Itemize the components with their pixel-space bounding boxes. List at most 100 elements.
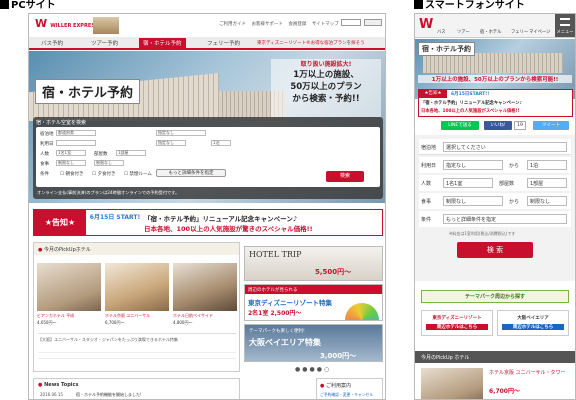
pickup-name-2[interactable]: ホテル京阪 ユニバーサル: [105, 313, 169, 319]
willer-logo[interactable]: W WILLER EXPRESS: [35, 17, 98, 30]
sp-site-screenshot: W バス ツアー 宿・ホテル フェリー マイページ メニュー 宿・ホテル予約 1…: [414, 13, 576, 400]
sp-tab-bus[interactable]: バス: [437, 29, 446, 35]
sp-people-select[interactable]: 1名1室: [443, 178, 493, 188]
pickup-title: ● 今月のPickUpホテル: [34, 243, 239, 255]
more-conditions-button[interactable]: もっと詳細条件を指定: [156, 169, 226, 177]
pickup-price-3: 4,800円〜: [173, 320, 193, 325]
sp-banner-line1: 「宿・ホテル予約」リニューアル記念キャンペーン♪: [421, 101, 523, 106]
sp-more-conditions[interactable]: もっと詳細条件を指定: [443, 214, 567, 224]
hamburger-icon: [560, 18, 570, 26]
date-label: 利用日: [40, 142, 54, 147]
pickup-desc: 【大阪】ユニバーサル・スタジオ・ジャパンをたっぷり満喫できるホテル特集: [38, 337, 178, 342]
top-links[interactable]: ご利用ガイド お客様サポート 会員登録 サイトマップ: [219, 21, 339, 27]
date-select[interactable]: 指定なし: [156, 140, 186, 146]
nav-ferry[interactable]: フェリー予約: [207, 39, 240, 47]
nav-tour[interactable]: ツアー予約: [91, 39, 118, 47]
sp-line-button[interactable]: LINEで送る: [441, 121, 479, 130]
sp-cond-label: 条件: [421, 217, 432, 223]
hoteltrip-banner[interactable]: HOTEL TRIP 5,500円〜: [244, 246, 383, 281]
sp-pickup-photo[interactable]: [421, 368, 483, 399]
sp-tab-hotel[interactable]: 宿・ホテル: [480, 29, 501, 35]
sp-hero-promo: 1万以上の施設、50万以上のプランから検索可能!!: [418, 75, 572, 83]
guide-link[interactable]: ご予約確認・変更・キャンセル: [320, 392, 373, 398]
sp-rooms-select[interactable]: 1部屋: [527, 178, 567, 188]
budget-select[interactable]: 制限なし: [94, 160, 124, 166]
sp-pref-label: 宿泊地: [421, 145, 437, 151]
sp-facebook-like-button[interactable]: いいね!: [484, 121, 512, 130]
search-panel: 宿・ホテル空室を検索 宿泊地 都道府県 指定なし 利用日 指定なし 1泊 人数 …: [33, 117, 383, 199]
news-date: 2016.06.15: [40, 392, 63, 397]
pickup-photo-1[interactable]: [37, 263, 101, 311]
pickup-photo-3[interactable]: [173, 263, 237, 311]
date-input[interactable]: [56, 140, 96, 146]
cond-checkbox-2[interactable]: ☐ 夕食付き: [92, 171, 115, 177]
sp-menu-button[interactable]: メニュー: [555, 14, 575, 37]
nights-select[interactable]: 1泊: [211, 140, 231, 146]
people-label: 人数: [40, 152, 49, 157]
news-title: ● News Topics: [38, 382, 79, 388]
sp-search-button[interactable]: 検 索: [457, 242, 533, 258]
rooms-label: 部屋数: [94, 152, 108, 157]
sp-pickup-name[interactable]: ホテル京阪 ユニバーサル・タワー: [489, 370, 569, 377]
cond-label: 条件: [40, 172, 49, 177]
sp-tab-mypage[interactable]: マイページ: [529, 29, 550, 35]
people-select[interactable]: 1名1室: [56, 150, 86, 156]
sp-osaka-link[interactable]: 大阪ベイエリア 周辺ホテルはこちら: [497, 310, 569, 336]
sp-pref-select[interactable]: 選択してください: [443, 142, 567, 152]
rooms-select[interactable]: 1部屋: [116, 150, 146, 156]
sp-like-count: 19: [514, 121, 526, 130]
sp-theme-park-button[interactable]: テーマパーク周辺から探す: [421, 290, 569, 303]
sp-tweet-button[interactable]: ツイート: [533, 121, 569, 130]
sp-pickup-price: 6,700円〜: [489, 388, 520, 395]
sp-search-form: 宿泊地 選択してください 利用日 指定なし から 1泊 人数 1名1室 部屋数 …: [415, 135, 575, 281]
nav-disney-link[interactable]: 東京ディズニーリゾート®お得な宿泊プランを探そう: [257, 40, 365, 46]
guide-title: ● ご利用案内: [320, 383, 351, 389]
osaka-banner[interactable]: テーマパークも楽しく便利! 大阪ベイエリア特集 3,000円〜: [244, 324, 383, 362]
news-text[interactable]: 宿・ホテル予約機能を開始しました!: [76, 392, 142, 398]
nav-bus[interactable]: バス予約: [41, 39, 63, 47]
sp-row-meal: 食事 制限なし から 制限なし: [419, 193, 571, 209]
sp-banner-tag: ★告知★: [419, 90, 447, 98]
pref-label: 宿泊地: [40, 132, 54, 137]
pref-select[interactable]: 都道府県: [56, 130, 96, 136]
meal-select[interactable]: 制限なし: [56, 160, 86, 166]
campaign-banner[interactable]: ★告知★ 6月15日 START! 「宿・ホテル予約」リニューアル記念キャンペー…: [33, 209, 383, 236]
sp-banner-date: 6月15日START!!: [451, 92, 490, 97]
login-button[interactable]: [364, 19, 382, 26]
sp-logo[interactable]: W: [419, 17, 433, 32]
sp-hotel-building-image: [423, 53, 563, 73]
hero-promo: 取り扱い施設拡大! 1万以上の施設、 50万以上のプラン から検索・予約!!: [271, 59, 381, 117]
area-select[interactable]: 指定なし: [156, 130, 206, 136]
sp-header: W バス ツアー 宿・ホテル フェリー マイページ メニュー: [415, 14, 575, 38]
banner-tag: ★告知★: [34, 210, 86, 235]
sp-nights-select[interactable]: 1泊: [527, 160, 567, 170]
search-button[interactable]: 検索: [326, 171, 364, 182]
hero-area: 宿・ホテル予約 取り扱い施設拡大! 1万以上の施設、 50万以上のプラン から検…: [29, 51, 385, 203]
guide-section: ● ご利用案内 ご予約確認・変更・キャンセル: [316, 378, 383, 399]
cond-checkbox-1[interactable]: ☐ 朝食付き: [60, 171, 83, 177]
search-note: オンライン支払(事前決済)のプランは24時間オンラインでの予約受付です。: [37, 190, 180, 195]
banner-line1: 「宿・ホテル予約」リニューアル記念キャンペーン♪: [144, 215, 297, 223]
sp-budget-select[interactable]: 制限なし: [527, 196, 567, 206]
sp-meal-kara: から: [509, 199, 520, 205]
sp-tab-ferry[interactable]: フェリー: [511, 29, 528, 35]
sp-tab-tour[interactable]: ツアー: [457, 29, 470, 35]
carousel-dots[interactable]: ●●●●○: [295, 366, 331, 373]
pickup-name-1[interactable]: ビアンカホテル 平成: [37, 313, 101, 319]
sp-site-heading: スマートフォンサイト: [414, 0, 525, 12]
sp-date-select[interactable]: 指定なし: [443, 160, 503, 170]
sp-meal-label: 食事: [421, 199, 432, 205]
header-hotel-photo: [93, 17, 119, 34]
pickup-name-3[interactable]: ホテル日航ベイサイド: [173, 313, 237, 319]
pickup-photo-2[interactable]: [105, 263, 169, 311]
disney-banner-price: 2名1室 2,500円〜: [248, 310, 302, 317]
disney-banner[interactable]: 周辺のホテルが見られる 東京ディズニーリゾート特集 2名1室 2,500円〜: [244, 284, 383, 321]
language-select[interactable]: [341, 19, 361, 26]
sp-campaign-banner[interactable]: ★告知★ 6月15日START!! 「宿・ホテル予約」リニューアル記念キャンペー…: [418, 89, 573, 117]
cond-checkbox-3[interactable]: ☐ 禁煙ルーム: [124, 171, 152, 177]
sp-meal-select[interactable]: 制限なし: [443, 196, 503, 206]
nav-hotel[interactable]: 宿・ホテル予約: [139, 38, 186, 48]
osaka-banner-title: 大阪ベイエリア特集: [249, 338, 321, 347]
sp-date-kara: から: [509, 163, 520, 169]
sp-disney-link[interactable]: 東京ディズニーリゾート 周辺ホテルはこちら: [421, 310, 493, 336]
